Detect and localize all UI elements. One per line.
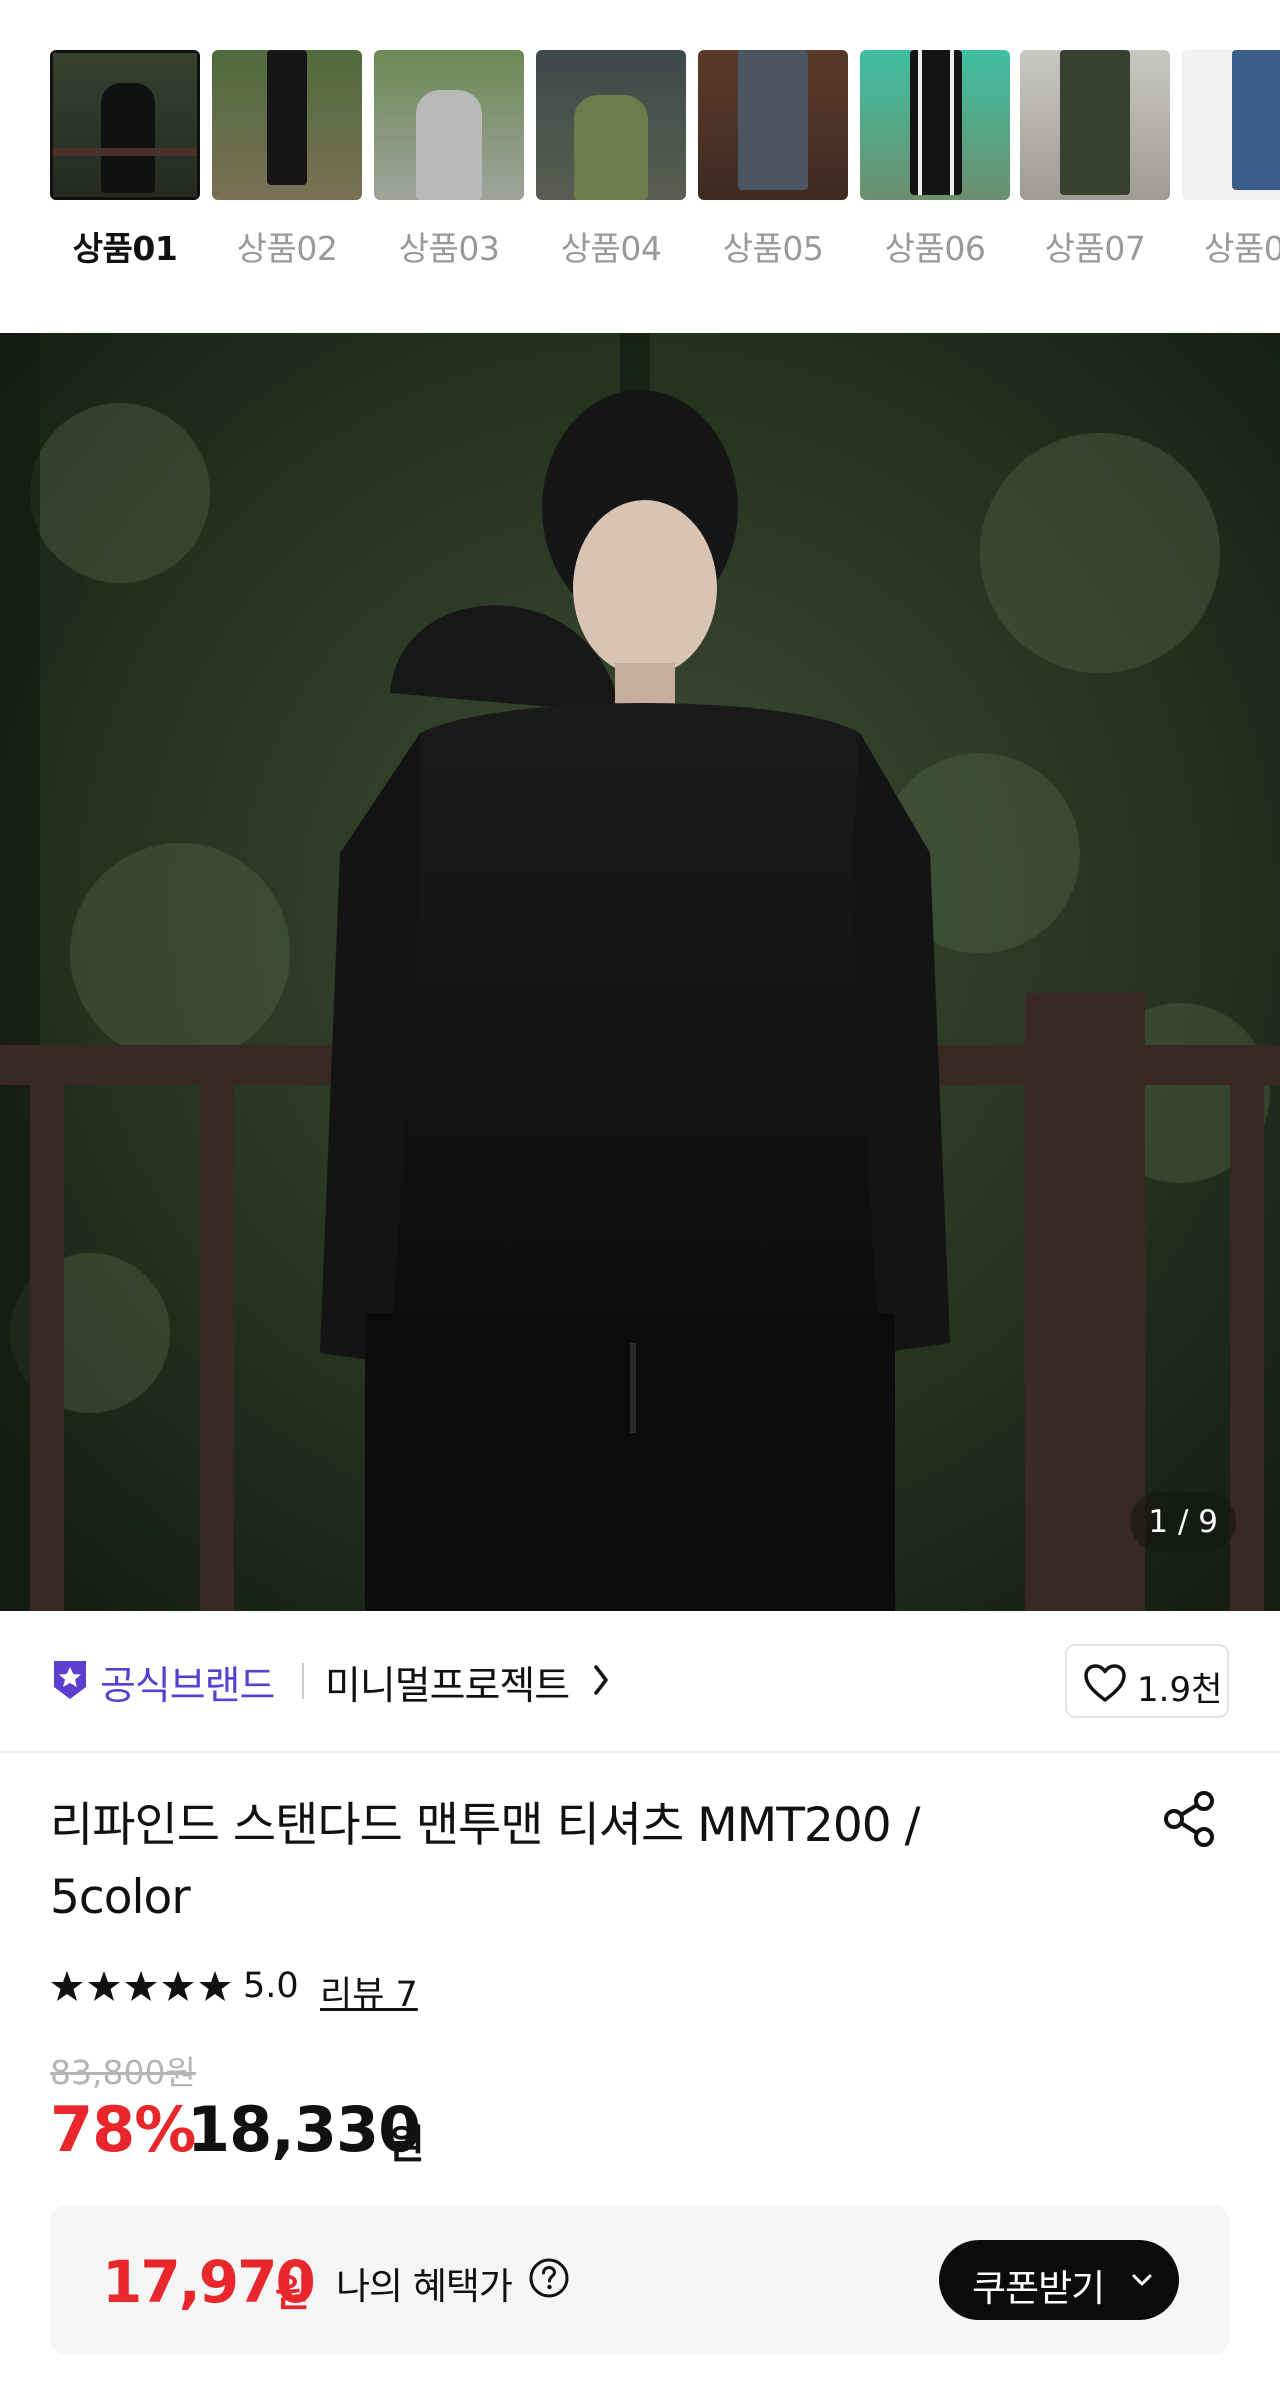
like-button[interactable]: 1.9천	[1065, 1644, 1229, 1718]
chevron-right-icon[interactable]	[592, 1663, 612, 1697]
thumbnail-06[interactable]	[860, 50, 1010, 200]
share-icon[interactable]	[1160, 1788, 1220, 1850]
product-main-image[interactable]	[0, 333, 1280, 1611]
chevron-down-icon	[1132, 2274, 1152, 2286]
gallery-counter: 1 / 9	[1130, 1492, 1236, 1552]
thumbnail-04[interactable]	[536, 50, 686, 200]
thumbnail-label-07[interactable]: 상품07	[1015, 222, 1175, 270]
brand-row: 공식브랜드 미니멀프로젝트 1.9천	[0, 1611, 1280, 1753]
thumbnail-label-08[interactable]: 상품0	[1177, 222, 1280, 270]
benefit-label: 나의 혜택가	[336, 2265, 513, 2308]
heart-icon	[1084, 1664, 1126, 1702]
thumbnail-label-03[interactable]: 상품03	[369, 222, 529, 270]
like-count: 1.9천	[1137, 1670, 1223, 1710]
official-brand-label: 공식브랜드	[100, 1664, 275, 1709]
brand-name-link[interactable]: 미니멀프로젝트	[325, 1655, 570, 1711]
thumbnail-01[interactable]	[50, 50, 200, 200]
product-title: 리파인드 스탠다드 맨투맨 티셔츠 MMT200 / 5color	[50, 1798, 920, 1925]
review-link[interactable]: 리뷰 7	[320, 1966, 418, 2017]
divider	[302, 1663, 304, 1699]
benefit-price-unit: 원	[275, 2271, 310, 2315]
thumbnail-label-02[interactable]: 상품02	[207, 222, 367, 270]
product-photo	[0, 333, 1280, 1611]
thumbnail-strip: 상품01 상품02 상품03 상품04 상품05 상품06 상품07 상품0	[0, 0, 1280, 300]
discount-rate: 78%	[50, 2093, 196, 2166]
thumbnail-05[interactable]	[698, 50, 848, 200]
price-unit: 원	[388, 2122, 425, 2168]
thumbnail-label-05[interactable]: 상품05	[693, 222, 853, 270]
thumbnail-label-06[interactable]: 상품06	[855, 222, 1015, 270]
sale-price: 18,330	[187, 2093, 421, 2166]
thumbnail-label-04[interactable]: 상품04	[531, 222, 691, 270]
help-icon[interactable]	[528, 2257, 570, 2299]
thumbnail-03[interactable]	[374, 50, 524, 200]
rating-value: 5.0	[243, 1966, 299, 2006]
star-rating-icon	[51, 1971, 231, 2001]
thumbnail-07[interactable]	[1020, 50, 1170, 200]
original-price: 83,800원	[50, 2053, 196, 2092]
thumbnail-label-01[interactable]: 상품01	[45, 222, 205, 270]
thumbnail-08[interactable]	[1182, 50, 1280, 200]
coupon-button-label: 쿠폰받기	[972, 2267, 1105, 2310]
coupon-button[interactable]: 쿠폰받기	[939, 2240, 1179, 2320]
official-badge-icon	[54, 1661, 86, 1699]
benefit-price-box: 17,970 원 나의 혜택가 쿠폰받기	[50, 2206, 1229, 2354]
thumbnail-02[interactable]	[212, 50, 362, 200]
